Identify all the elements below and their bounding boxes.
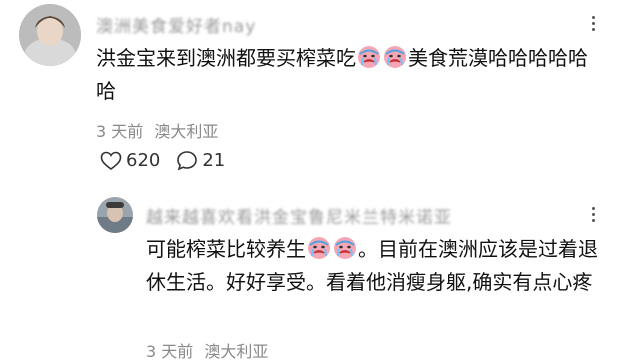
comment-meta: 3 天前 澳大利亚 [96,118,218,142]
like-button[interactable]: 620 [100,150,160,171]
text-segment: 洪金宝来到澳洲都要买榨菜吃 [96,46,356,70]
crying-face-emoji [308,237,330,259]
crying-face-emoji [358,46,380,68]
comment-text: 洪金宝来到澳洲都要买榨菜吃 美食荒漠哈哈哈哈哈哈 [96,42,596,108]
avatar[interactable] [97,197,133,233]
timestamp: 3 天前 [96,122,144,141]
location: 澳大利亚 [204,342,269,361]
crying-face-emoji [384,46,406,68]
comment-text: 可能榨菜比较养生 。目前在澳洲应该是过着退休生活。好好享受。看着他消瘦身躯,确实有… [146,233,606,299]
more-vertical-icon[interactable] [582,203,604,225]
timestamp: 3 天前 [146,342,194,361]
crying-face-emoji [334,237,356,259]
avatar[interactable] [19,4,81,66]
reply-count: 21 [202,150,226,171]
avatar-image [19,4,81,66]
location: 澳大利亚 [154,122,219,141]
heart-outline-icon [100,151,122,170]
reply-button[interactable]: 21 [176,150,225,171]
comment-actions: 620 21 [100,150,225,171]
more-vertical-icon[interactable] [582,12,604,34]
username[interactable]: 越来越喜欢看洪金宝鲁尼米兰特米诺亚 [146,203,452,228]
speech-bubble-icon [177,151,198,171]
text-segment: 可能榨菜比较养生 [146,237,306,261]
username[interactable]: 澳洲美食爱好者nay [96,12,256,37]
avatar-image [97,197,133,233]
like-count: 620 [126,150,161,171]
comment-meta: 3 天前 澳大利亚 [146,338,268,362]
